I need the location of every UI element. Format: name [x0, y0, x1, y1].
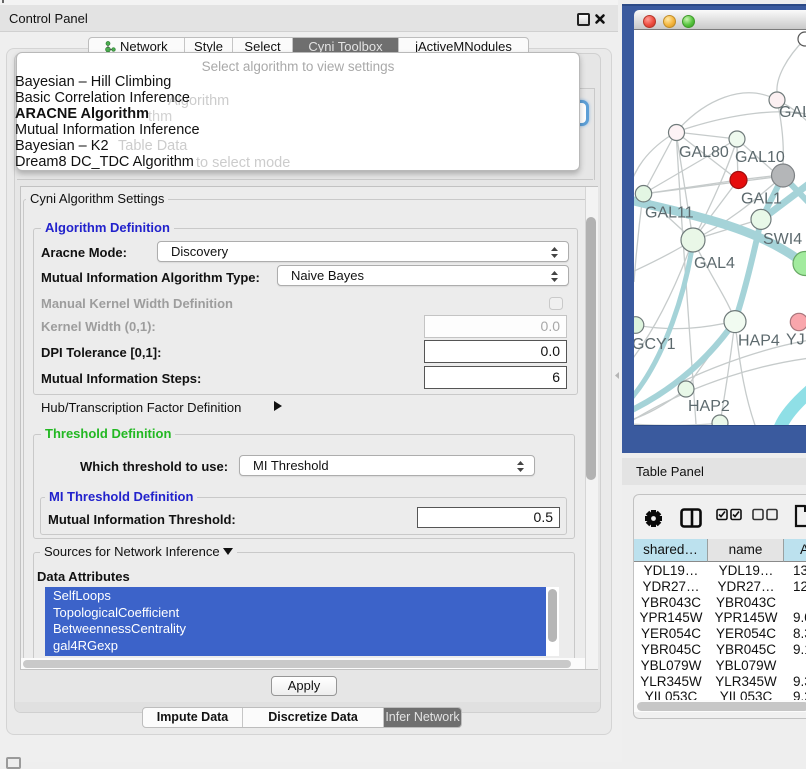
svg-text:HAP2: HAP2 — [688, 398, 730, 415]
svg-text:GAL80: GAL80 — [679, 144, 729, 161]
svg-text:GAL11: GAL11 — [645, 205, 694, 222]
svg-text:YJ: YJ — [786, 332, 805, 349]
svg-text:GAL1: GAL1 — [741, 191, 782, 208]
svg-text:HAP4: HAP4 — [738, 333, 780, 350]
svg-text:GAL7: GAL7 — [779, 104, 806, 121]
svg-text:SWI4: SWI4 — [763, 231, 802, 248]
svg-text:GAL10: GAL10 — [735, 149, 785, 166]
svg-text:GAL4: GAL4 — [694, 255, 735, 272]
svg-text:GCY1: GCY1 — [634, 336, 676, 353]
